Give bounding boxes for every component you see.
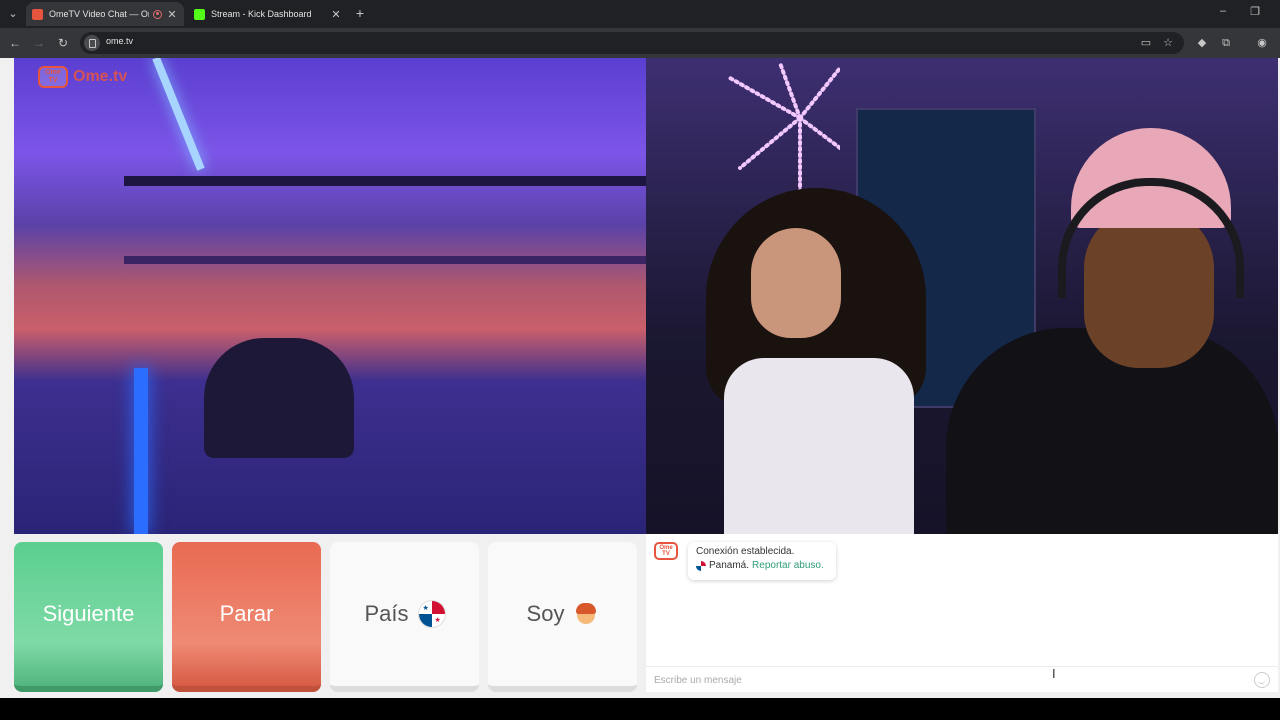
message-composer (646, 666, 1278, 692)
ometv-page: Ome TV Ome.tv Siguiente Parar País ★ ★ S… (0, 58, 1280, 698)
extensions-puzzle-icon[interactable]: ⧉ (1218, 35, 1234, 51)
emoji-icon[interactable] (1254, 672, 1270, 688)
browser-tabbar: ⌄ OmeTV Video Chat — Ome ✕ Stream - Kick… (0, 0, 1280, 28)
next-label: Siguiente (42, 601, 135, 626)
gender-button[interactable]: Soy (488, 542, 637, 692)
next-button[interactable]: Siguiente (14, 542, 163, 692)
minimize-icon[interactable]: – (1214, 5, 1232, 17)
bookmark-star-icon[interactable]: ☆ (1160, 35, 1176, 51)
gender-label: Soy (526, 601, 565, 626)
url-text: ome.tv (106, 36, 134, 46)
partner-country: Panamá. (709, 560, 750, 571)
tab-kick-dashboard[interactable]: Stream - Kick Dashboard ✕ (188, 2, 348, 26)
panama-mini-flag-icon (696, 560, 706, 571)
panama-flag-icon: ★ ★ (418, 601, 445, 627)
stranger-video: Ome TV Ome.tv (14, 58, 646, 534)
cast-icon[interactable]: ▭ (1138, 35, 1154, 51)
bottom-bar (0, 698, 1280, 720)
tab-search-icon[interactable]: ⌄ (4, 5, 22, 23)
stop-button[interactable]: Parar (172, 542, 321, 692)
site-info-icon[interactable] (84, 35, 100, 51)
close-tab-icon[interactable]: ✕ (166, 8, 178, 21)
kick-favicon-icon (194, 8, 205, 20)
ometv-logo-icon: Ome TV (38, 66, 68, 88)
connection-status: Conexión establecida. (696, 546, 795, 557)
ometv-chat-logo-icon: Ome TV (654, 542, 678, 560)
reload-icon[interactable]: ↻ (54, 34, 72, 52)
chat-panel: Ome TV Conexión establecida. Panamá. Rep… (646, 534, 1278, 692)
stop-label: Parar (219, 601, 274, 626)
ometv-logo-text: Ome.tv (73, 68, 128, 85)
restore-icon[interactable]: ❐ (1246, 5, 1264, 18)
extension-diamond-icon[interactable]: ◆ (1194, 35, 1210, 51)
close-tab-icon[interactable]: ✕ (330, 8, 342, 21)
tab-title: Stream - Kick Dashboard (211, 9, 312, 19)
new-tab-icon[interactable]: + (352, 5, 368, 21)
self-video (646, 58, 1278, 534)
back-icon[interactable]: ← (6, 34, 24, 52)
tab-title: OmeTV Video Chat — Ome (49, 9, 149, 19)
recording-icon (153, 9, 162, 19)
tab-ometv[interactable]: OmeTV Video Chat — Ome ✕ (26, 2, 184, 26)
profile-icon[interactable]: ◉ (1254, 35, 1270, 51)
forward-icon[interactable]: → (30, 34, 48, 52)
browser-toolbar: ← → ↻ ome.tv ▭ ☆ ◆ ⧉ ◉ (0, 28, 1280, 58)
message-input[interactable] (654, 672, 1244, 688)
country-button[interactable]: País ★ ★ (330, 542, 479, 692)
ometv-favicon-icon (32, 8, 43, 20)
neon-star-light (728, 61, 840, 208)
report-abuse-link[interactable]: Reportar abuso. (752, 560, 824, 571)
ometv-logo: Ome TV Ome.tv (38, 66, 127, 88)
boy-emoji-icon (574, 601, 598, 627)
text-cursor-icon: I (1052, 666, 1056, 681)
system-message: Conexión establecida. Panamá. Reportar a… (688, 542, 836, 580)
address-bar[interactable]: ome.tv (80, 32, 1184, 54)
country-label: País (364, 601, 409, 626)
